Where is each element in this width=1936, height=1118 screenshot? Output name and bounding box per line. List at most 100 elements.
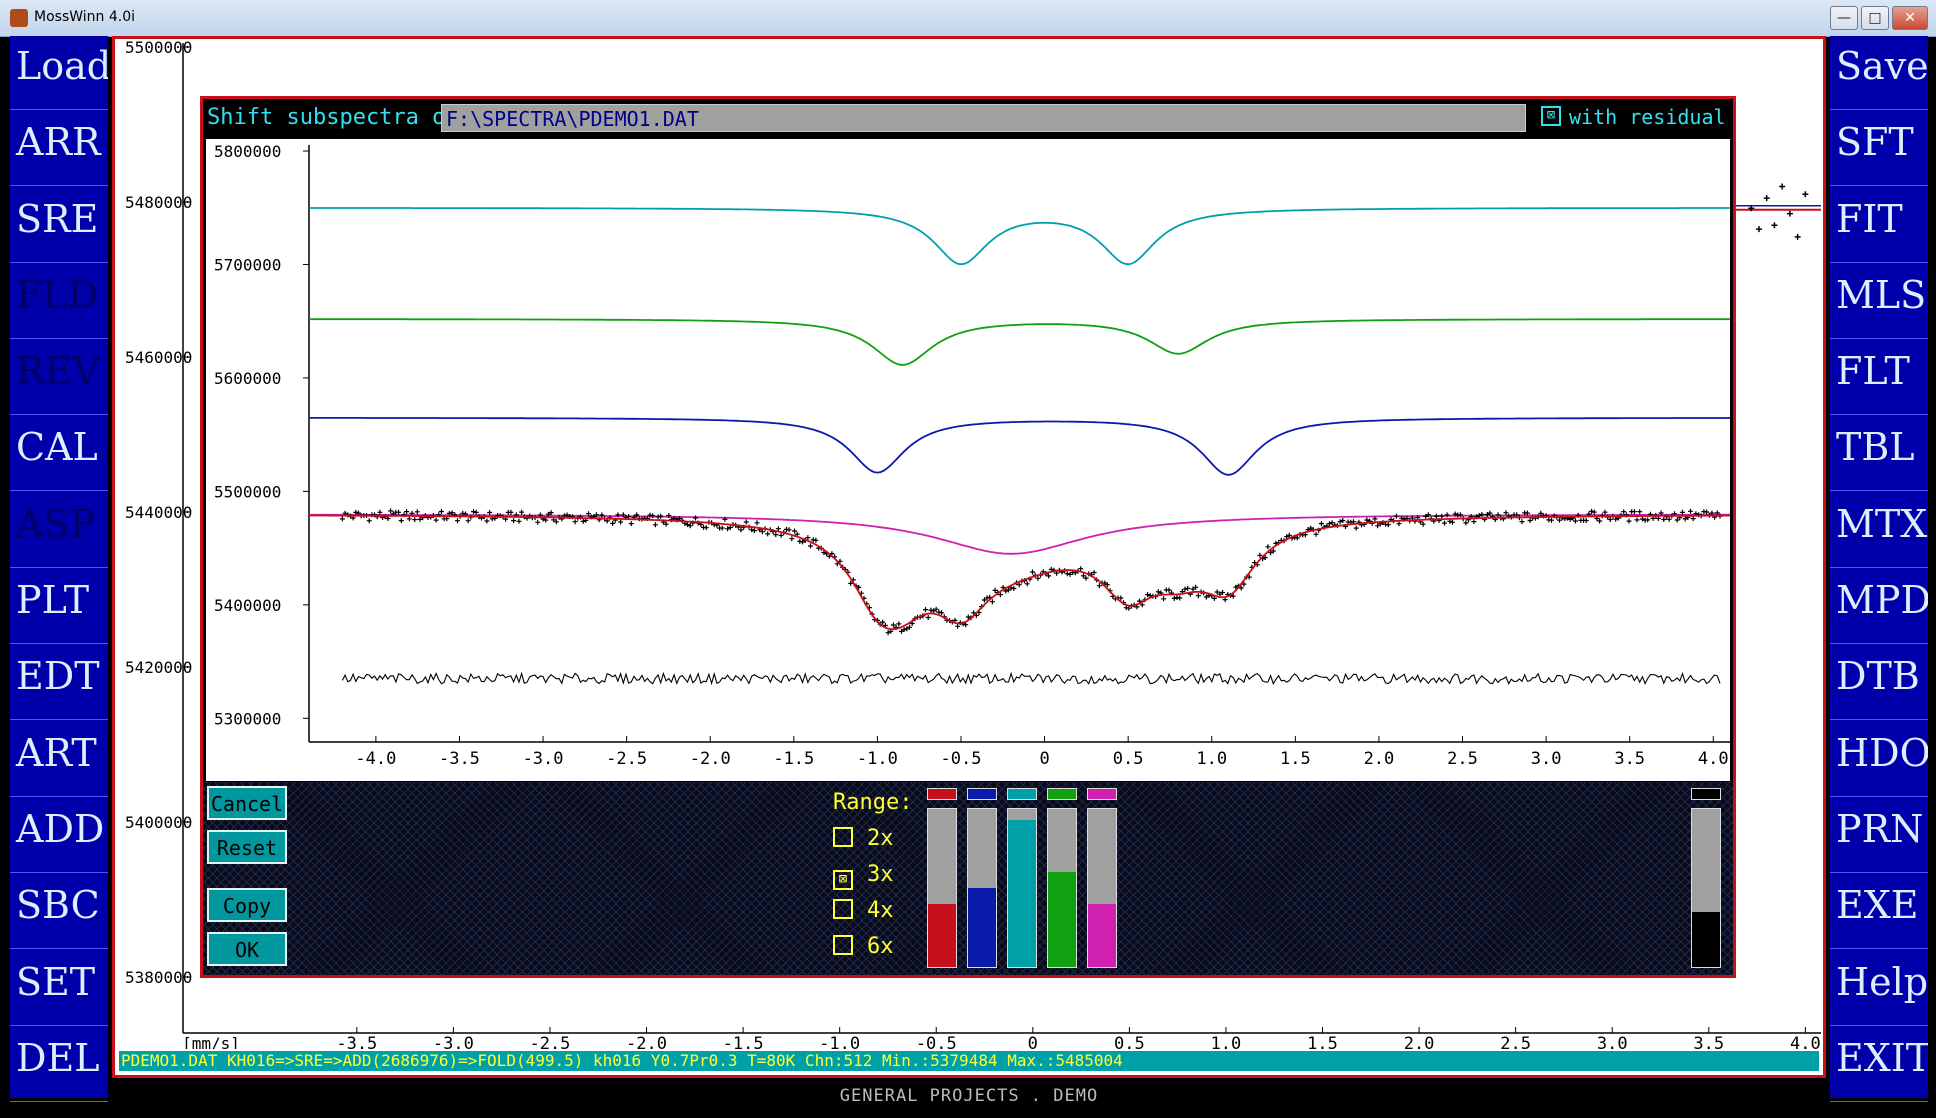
x-tick-label: 3.5: [1614, 749, 1645, 769]
left-menu-rev-button[interactable]: REV: [10, 341, 108, 416]
minimize-button[interactable]: —: [1830, 6, 1858, 30]
y-tick-label: 5300000: [214, 709, 281, 728]
right-menu-exit-button[interactable]: EXIT: [1830, 1028, 1928, 1102]
right-menu-flt-button[interactable]: FLT: [1830, 341, 1928, 416]
subspectrum-slider-5-color-tab[interactable]: [1087, 788, 1117, 800]
residual-slider-color-tab[interactable]: [1691, 788, 1721, 800]
left-menu-set-button[interactable]: SET: [10, 952, 108, 1026]
x-tick-label: 1.0: [1196, 749, 1227, 769]
x-tick-label: -3.0: [523, 749, 564, 769]
bg-y-tick-label: 5500000: [125, 39, 192, 57]
range-checkbox-4x[interactable]: [833, 899, 853, 919]
right-menu: Save SFT FIT MLS FLT TBL MTX MPD DTB HDO PRN EXE Hel…: [1830, 36, 1928, 1102]
y-tick-label: 5400000: [214, 596, 281, 615]
bg-data-point: [1755, 226, 1762, 233]
bg-x-tick-label: -3.5: [336, 1034, 377, 1049]
y-tick-label: 5800000: [214, 142, 281, 161]
range-checkbox-3x[interactable]: ⊠: [833, 870, 853, 890]
right-menu-sft-button[interactable]: SFT: [1830, 112, 1928, 187]
subspectrum-slider-4-color-tab[interactable]: [1047, 788, 1077, 800]
subspectrum-slider-1[interactable]: [927, 788, 957, 970]
range-checkbox-2x[interactable]: [833, 827, 853, 847]
dialog-title: Shift subspectra of: [207, 105, 459, 130]
right-menu-mpd-button[interactable]: MPD: [1830, 570, 1928, 645]
right-menu-mls-button[interactable]: MLS: [1830, 265, 1928, 339]
left-menu-sbc-button[interactable]: SBC: [10, 875, 108, 950]
x-tick-label: 4.0: [1698, 749, 1729, 769]
left-menu-cal-button[interactable]: CAL: [10, 417, 108, 492]
right-menu-fit-button[interactable]: FIT: [1830, 189, 1928, 263]
left-menu-plt-button[interactable]: PLT: [10, 570, 108, 645]
subspectrum-slider-2-color-tab[interactable]: [967, 788, 997, 800]
status-bar: PDEMO1.DAT KH016=>SRE=>ADD(2686976)=>FOL…: [119, 1051, 1819, 1071]
bg-x-tick-label: -0.5: [916, 1034, 957, 1049]
right-menu-help-button[interactable]: Help: [1830, 952, 1928, 1026]
close-button[interactable]: ✕: [1892, 6, 1928, 30]
bg-data-point: [1802, 191, 1809, 198]
right-menu-save-button[interactable]: Save: [1830, 36, 1928, 110]
right-menu-prn-button[interactable]: PRN: [1830, 799, 1928, 873]
range-label-6x: 6x: [867, 934, 894, 959]
left-menu-arr-button[interactable]: ARR: [10, 112, 108, 187]
copy-button[interactable]: Copy: [207, 888, 287, 922]
subspectrum-slider-1-color-tab[interactable]: [927, 788, 957, 800]
bg-x-tick-label: -1.5: [723, 1034, 764, 1049]
range-checkbox-6x[interactable]: [833, 935, 853, 955]
left-menu-asp-button[interactable]: ASP: [10, 494, 108, 568]
subspectrum-slider-3[interactable]: [1007, 788, 1037, 970]
x-tick-label: 3.0: [1531, 749, 1562, 769]
bg-x-tick-label: -1.0: [819, 1034, 860, 1049]
subspectrum-slider-4-fill: [1048, 872, 1076, 967]
file-path-field[interactable]: F:\SPECTRA\PDEMO1.DAT: [441, 104, 1526, 132]
right-menu-hdo-button[interactable]: HDO: [1830, 723, 1928, 797]
app-icon: [10, 9, 28, 27]
bg-x-tick-label: 1.0: [1211, 1034, 1242, 1049]
bg-data-point: [1786, 210, 1793, 217]
with-residual-checkbox[interactable]: ⊠: [1541, 106, 1561, 126]
subspectrum-slider-3-color-tab[interactable]: [1007, 788, 1037, 800]
title-bar: MossWinn 4.0i — □ ✕: [0, 0, 1936, 37]
subspectrum-slider-2-track[interactable]: [967, 808, 997, 968]
left-menu-fld-button[interactable]: FLD: [10, 265, 108, 339]
cancel-button[interactable]: Cancel: [207, 786, 287, 820]
subspectrum-slider-2[interactable]: [967, 788, 997, 970]
right-menu-tbl-button[interactable]: TBL: [1830, 417, 1928, 492]
ok-button[interactable]: OK: [207, 932, 287, 966]
subspectrum-slider-3-track[interactable]: [1007, 808, 1037, 968]
right-menu-exe-button[interactable]: EXE: [1830, 875, 1928, 950]
range-option-4x[interactable]: 4x: [833, 898, 894, 923]
subspectrum-slider-4-track[interactable]: [1047, 808, 1077, 968]
left-menu-del-button[interactable]: DEL: [10, 1028, 108, 1102]
right-menu-mtx-button[interactable]: MTX: [1830, 494, 1928, 568]
range-option-2x[interactable]: 2x: [833, 826, 894, 851]
bg-y-tick-label: 5380000: [125, 968, 192, 987]
subspectrum-slider-5-track[interactable]: [1087, 808, 1117, 968]
bg-x-tick-label: 1.5: [1307, 1034, 1338, 1049]
bg-x-tick-label: 2.0: [1404, 1034, 1435, 1049]
right-menu-dtb-button[interactable]: DTB: [1830, 646, 1928, 721]
reset-button[interactable]: Reset: [207, 830, 287, 864]
subspectrum-slider-1-track[interactable]: [927, 808, 957, 968]
x-tick-label: -4.0: [355, 749, 396, 769]
residual-slider[interactable]: [1691, 788, 1721, 970]
range-option-3x[interactable]: ⊠ 3x: [833, 862, 894, 890]
x-tick-label: 0.5: [1113, 749, 1144, 769]
maximize-button[interactable]: □: [1861, 6, 1889, 30]
subspectrum-slider-4[interactable]: [1047, 788, 1077, 970]
x-tick-label: 2.5: [1447, 749, 1478, 769]
left-menu-edt-button[interactable]: EDT: [10, 646, 108, 721]
bg-x-tick-label: 4.0: [1790, 1034, 1821, 1049]
residual-slider-track[interactable]: [1691, 808, 1721, 968]
bg-x-tick-label: -3.0: [433, 1034, 474, 1049]
left-menu-art-button[interactable]: ART: [10, 723, 108, 797]
left-menu-sre-button[interactable]: SRE: [10, 189, 108, 263]
left-menu-add-button[interactable]: ADD: [10, 799, 108, 873]
with-residual-label: with residual: [1569, 105, 1726, 129]
left-menu-load-button[interactable]: Load: [10, 36, 108, 110]
bg-x-tick-label: 3.5: [1693, 1034, 1724, 1049]
bg-x-tick-label: 0: [1028, 1034, 1038, 1049]
footer-text: GENERAL PROJECTS . DEMO: [839, 1086, 1099, 1106]
bg-x-unit-label: [mm/s]: [182, 1034, 240, 1049]
subspectrum-slider-5[interactable]: [1087, 788, 1117, 970]
range-option-6x[interactable]: 6x: [833, 934, 894, 959]
